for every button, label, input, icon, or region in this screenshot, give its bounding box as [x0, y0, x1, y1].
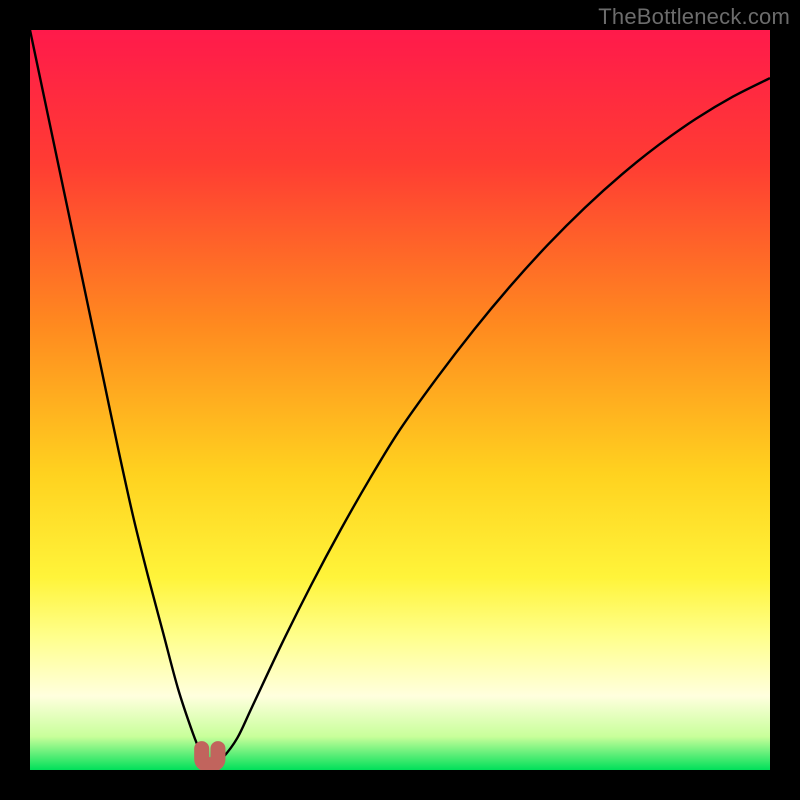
plot-area — [30, 30, 770, 770]
bottleneck-chart — [30, 30, 770, 770]
chart-frame: TheBottleneck.com — [0, 0, 800, 800]
gradient-background — [30, 30, 770, 770]
watermark-text: TheBottleneck.com — [598, 4, 790, 30]
